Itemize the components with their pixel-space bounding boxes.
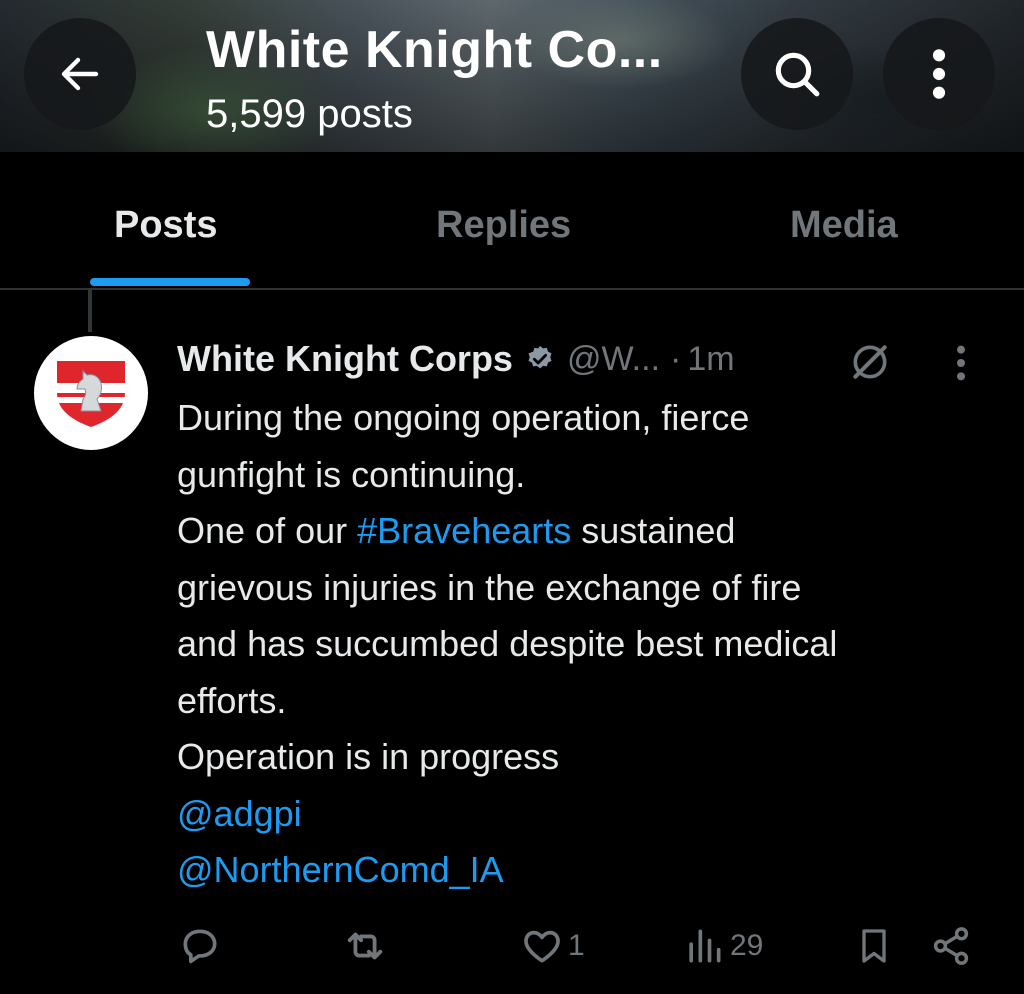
search-icon — [775, 52, 820, 97]
reply-icon — [183, 929, 217, 964]
like-count: 1 — [568, 929, 585, 962]
tab-media[interactable]: Media — [790, 204, 898, 247]
repost-button[interactable] — [342, 918, 392, 974]
post-count: 5,599 posts — [206, 92, 413, 136]
bookmark-button[interactable] — [854, 918, 894, 974]
active-tab-indicator — [90, 278, 250, 286]
mention-link[interactable]: @NorthernComd_IA — [177, 849, 504, 890]
post-timestamp[interactable]: 1m — [687, 340, 734, 379]
views-count: 29 — [730, 929, 764, 962]
tab-posts[interactable]: Posts — [114, 204, 217, 247]
heart-icon — [524, 930, 560, 963]
post-text: During the ongoing operation, fierce gun… — [177, 390, 1007, 899]
separator-dot: · — [670, 339, 682, 378]
profile-title: White Knight Co... — [206, 21, 663, 79]
more-vertical-icon — [932, 49, 946, 99]
post-text-line: sustained — [581, 510, 736, 551]
thread-line — [88, 288, 92, 332]
mention-link[interactable]: @adgpi — [177, 793, 302, 834]
post-more-button[interactable] — [954, 343, 968, 388]
views-chart-icon — [689, 929, 721, 963]
grok-icon — [853, 345, 887, 379]
bookmark-icon — [862, 929, 886, 963]
tab-replies[interactable]: Replies — [436, 204, 571, 247]
share-button[interactable] — [930, 918, 972, 974]
post-text-line: Operation is in progress — [177, 736, 560, 777]
author-name[interactable]: White Knight Corps — [177, 338, 513, 380]
views-button[interactable]: 29 — [682, 918, 763, 974]
avatar[interactable] — [34, 336, 148, 450]
grok-button[interactable] — [848, 340, 892, 389]
share-icon — [933, 927, 969, 965]
post-text-line: During the ongoing operation, fierce — [177, 397, 750, 438]
reply-button[interactable] — [178, 918, 226, 974]
hashtag-link[interactable]: #Bravehearts — [357, 510, 571, 551]
arrow-left-icon — [61, 57, 99, 91]
repost-icon — [347, 932, 383, 960]
verified-badge-icon — [525, 344, 555, 374]
profile-tabs: Posts Replies Media — [0, 152, 1024, 290]
more-vertical-icon — [957, 345, 965, 381]
more-options-button[interactable] — [883, 18, 995, 130]
author-handle[interactable]: @W... — [567, 340, 660, 379]
back-button[interactable] — [24, 18, 136, 130]
post-actions: 1 29 — [0, 918, 1024, 974]
white-knight-shield-logo-icon — [57, 361, 125, 427]
search-button[interactable] — [741, 18, 853, 130]
post-text-line: One of our — [177, 510, 348, 551]
like-button[interactable]: 1 — [520, 918, 585, 974]
post-text-line: gunfight is continuing. — [177, 453, 526, 495]
post-header: White Knight Corps @W... · 1m — [177, 334, 735, 384]
post-text-line: grievous injuries in the exchange of fir… — [177, 566, 802, 608]
post-text-line: and has succumbed despite best medical — [177, 623, 838, 664]
post-text-line: efforts. — [177, 679, 287, 721]
